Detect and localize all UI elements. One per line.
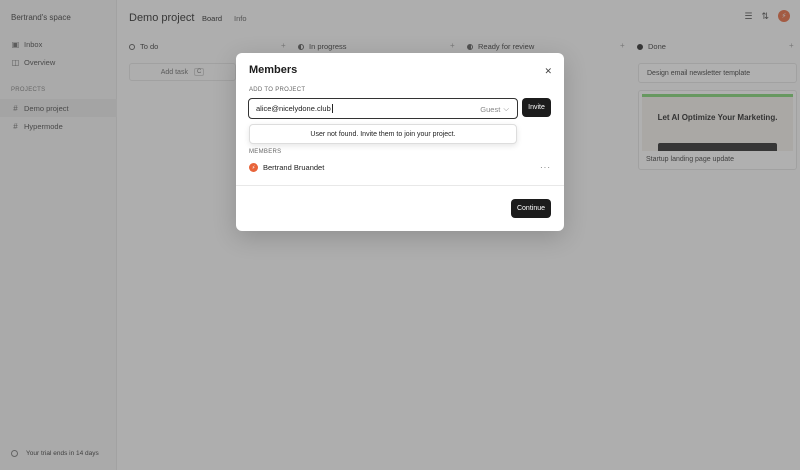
invite-button[interactable]: Invite — [522, 98, 551, 117]
member-row: ⚡ Bertrand Bruandet ··· — [249, 163, 551, 172]
member-name: Bertrand Bruandet — [263, 163, 325, 172]
members-dialog: Members ✕ ADD TO PROJECT alice@nicelydon… — [236, 53, 564, 231]
more-options-icon[interactable]: ··· — [540, 163, 551, 172]
chevron-down-icon: ⌵ — [503, 104, 509, 113]
members-label: MEMBERS — [249, 149, 282, 155]
email-field[interactable]: alice@nicelydone.club Guest ⌵ — [248, 98, 518, 119]
avatar: ⚡ — [249, 163, 258, 172]
close-icon[interactable]: ✕ — [544, 66, 552, 77]
divider — [236, 185, 564, 186]
user-not-found-tooltip: User not found. Invite them to join your… — [249, 124, 517, 144]
continue-button[interactable]: Continue — [511, 199, 551, 218]
role-value: Guest — [480, 104, 501, 114]
dialog-title: Members — [249, 64, 298, 76]
add-to-project-label: ADD TO PROJECT — [249, 87, 306, 93]
role-select[interactable]: Guest ⌵ — [480, 104, 509, 114]
email-value: alice@nicelydone.club — [256, 104, 331, 113]
text-caret — [331, 104, 333, 113]
